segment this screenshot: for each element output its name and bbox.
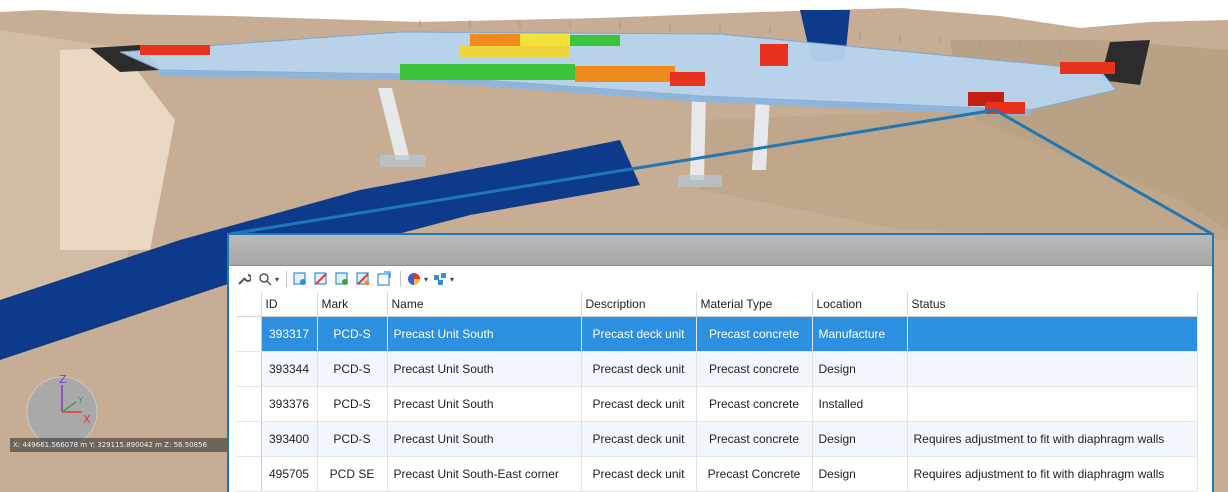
chevron-down-icon[interactable]: ▾ xyxy=(275,275,279,284)
cell-status: Requires adjustment to fit with diaphrag… xyxy=(907,421,1198,457)
cell-id: 393400 xyxy=(261,421,318,457)
cell-material-type: Precast concrete xyxy=(696,351,813,387)
cell-material-type: Precast concrete xyxy=(696,316,813,352)
column-header-mark[interactable]: Mark xyxy=(317,292,388,317)
cell-id: 393344 xyxy=(261,351,318,387)
cell-name: Precast Unit South xyxy=(387,421,582,457)
cell-description: Precast deck unit xyxy=(581,456,697,492)
row-gutter[interactable] xyxy=(237,316,262,352)
deck-unit-red xyxy=(140,45,210,55)
column-header-status[interactable]: Status xyxy=(907,292,1198,317)
object-table: ID Mark Name Description Material Type L… xyxy=(237,292,1198,492)
properties-panel: ▾ ▾ ▾ ID Mark Name Description Material … xyxy=(227,233,1214,492)
cell-name: Precast Unit South xyxy=(387,351,582,387)
cell-id: 393317 xyxy=(261,316,318,352)
cell-location: Design xyxy=(812,351,908,387)
toolbar-separator xyxy=(400,271,402,287)
deck-unit-yellow xyxy=(460,46,570,58)
cell-description: Precast deck unit xyxy=(581,351,697,387)
pier xyxy=(690,95,706,180)
column-header-material-type[interactable]: Material Type xyxy=(696,292,813,317)
deck-unit-red xyxy=(760,44,788,66)
cell-material-type: Precast concrete xyxy=(696,421,813,457)
deck-unit-red xyxy=(985,102,1025,114)
table-header-row: ID Mark Name Description Material Type L… xyxy=(237,292,1198,317)
cell-location: Installed xyxy=(812,386,908,422)
row-gutter[interactable] xyxy=(237,456,262,492)
column-header-gutter xyxy=(237,292,262,317)
chevron-down-icon[interactable]: ▾ xyxy=(450,275,454,284)
color-scheme-icon[interactable] xyxy=(405,270,423,288)
assign-icon[interactable] xyxy=(431,270,449,288)
table-row[interactable]: 393400 PCD-S Precast Unit South Precast … xyxy=(237,421,1198,457)
remove-from-group-icon[interactable] xyxy=(354,270,372,288)
cell-material-type: Precast concrete xyxy=(696,386,813,422)
deck-unit-orange xyxy=(575,66,675,82)
cell-mark: PCD-S xyxy=(317,386,388,422)
cell-mark: PCD SE xyxy=(317,456,388,492)
column-header-description[interactable]: Description xyxy=(581,292,697,317)
add-to-group-icon[interactable] xyxy=(333,270,351,288)
column-header-name[interactable]: Name xyxy=(387,292,582,317)
axis-label-z: Z xyxy=(59,373,67,386)
cell-status: Requires adjustment to fit with diaphrag… xyxy=(907,456,1198,492)
cell-status xyxy=(907,316,1198,352)
deck-unit-red xyxy=(1060,62,1115,74)
axis-label-x: X xyxy=(83,413,91,426)
row-gutter[interactable] xyxy=(237,351,262,387)
row-gutter[interactable] xyxy=(237,386,262,422)
cell-name: Precast Unit South xyxy=(387,316,582,352)
cell-id: 393376 xyxy=(261,386,318,422)
column-header-location[interactable]: Location xyxy=(812,292,908,317)
cell-status xyxy=(907,386,1198,422)
cell-location: Design xyxy=(812,456,908,492)
table-row[interactable]: 393376 PCD-S Precast Unit South Precast … xyxy=(237,386,1198,422)
add-selection-icon[interactable] xyxy=(291,270,309,288)
table-row[interactable]: 495705 PCD SE Precast Unit South-East co… xyxy=(237,456,1198,492)
deck-unit-red xyxy=(670,72,705,86)
wrench-icon[interactable] xyxy=(235,270,253,288)
cell-description: Precast deck unit xyxy=(581,421,697,457)
table-row[interactable]: 393344 PCD-S Precast Unit South Precast … xyxy=(237,351,1198,387)
deck-unit-green xyxy=(400,64,575,80)
search-icon[interactable] xyxy=(256,270,274,288)
deck-unit-yellow xyxy=(520,34,570,46)
cell-mark: PCD-S xyxy=(317,316,388,352)
toolbar-separator xyxy=(286,271,288,287)
cell-mark: PCD-S xyxy=(317,351,388,387)
cell-material-type: Precast Concrete xyxy=(696,456,813,492)
cell-id: 495705 xyxy=(261,456,318,492)
panel-toolbar: ▾ ▾ ▾ xyxy=(229,266,1212,292)
chevron-down-icon[interactable]: ▾ xyxy=(424,275,428,284)
panel-title-bar xyxy=(229,235,1212,266)
cell-description: Precast deck unit xyxy=(581,386,697,422)
remove-selection-icon[interactable] xyxy=(312,270,330,288)
cell-location: Manufacture xyxy=(812,316,908,352)
column-header-id[interactable]: ID xyxy=(261,292,318,317)
cell-location: Design xyxy=(812,421,908,457)
cell-name: Precast Unit South-East corner xyxy=(387,456,582,492)
coordinate-readout: X: 449661.566078 m Y: 329115.890042 m Z:… xyxy=(10,438,229,452)
deck-unit-green xyxy=(570,35,620,46)
cell-name: Precast Unit South xyxy=(387,386,582,422)
select-highlighted-icon[interactable] xyxy=(375,270,393,288)
cell-mark: PCD-S xyxy=(317,421,388,457)
row-gutter[interactable] xyxy=(237,421,262,457)
deck-unit-orange xyxy=(470,34,520,46)
cell-status xyxy=(907,351,1198,387)
cell-description: Precast deck unit xyxy=(581,316,697,352)
table-row[interactable]: 393317 PCD-S Precast Unit South Precast … xyxy=(237,316,1198,352)
axis-label-y: Y xyxy=(77,396,84,406)
